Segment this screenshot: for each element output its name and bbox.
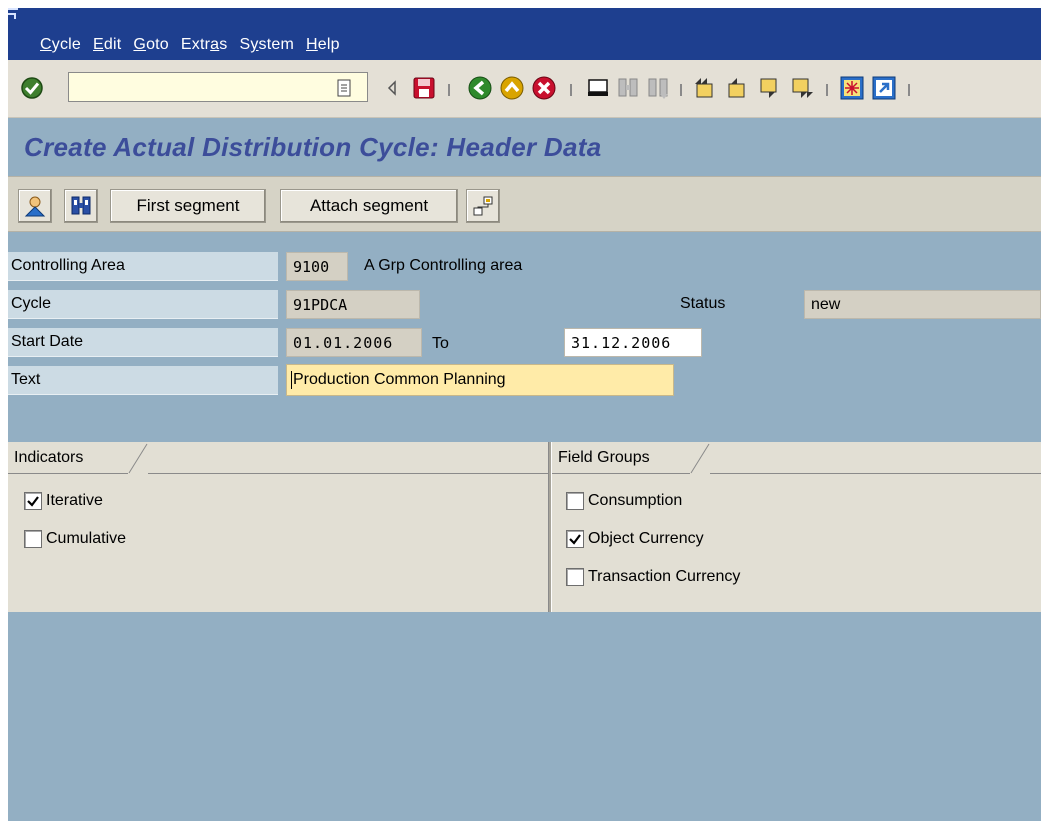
- consumption-checkbox[interactable]: [566, 492, 584, 510]
- transaction-currency-label: Transaction Currency: [588, 568, 741, 585]
- indicators-tab-edge: [128, 442, 148, 474]
- page-title: Create Actual Distribution Cycle: Header…: [24, 132, 602, 162]
- consumption-checkbox-row[interactable]: Consumption: [566, 492, 682, 510]
- find-next-icon[interactable]: [644, 74, 672, 102]
- object-currency-checkbox[interactable]: [566, 530, 584, 548]
- status-label: Status: [680, 295, 726, 312]
- cumulative-checkbox[interactable]: [24, 530, 42, 548]
- toolbar-separator: [908, 84, 910, 96]
- iterative-checkbox-row[interactable]: Iterative: [24, 492, 103, 510]
- indicators-tab-line: [148, 473, 548, 474]
- menu-system[interactable]: System: [233, 36, 300, 54]
- menu-bar: Cycle Edit Goto Extras System Help: [8, 8, 1041, 60]
- command-history-icon[interactable]: [330, 74, 358, 102]
- transaction-currency-checkbox-row[interactable]: Transaction Currency: [566, 568, 740, 586]
- controlling-area-label: Controlling Area: [8, 252, 278, 281]
- next-page-icon[interactable]: [756, 74, 784, 102]
- toolbar-separator: [826, 84, 828, 96]
- cycle-label: Cycle: [8, 290, 278, 319]
- menu-cycle[interactable]: Cycle: [34, 36, 87, 54]
- controlling-area-field: 9100: [286, 252, 348, 281]
- text-cursor: [291, 371, 292, 389]
- menu-goto[interactable]: Goto: [127, 36, 175, 54]
- toolbar-separator: [570, 84, 572, 96]
- to-label: To: [432, 335, 449, 352]
- standard-toolbar: [8, 60, 1041, 118]
- attach-segment-button[interactable]: Attach segment: [280, 189, 458, 223]
- collapse-icon[interactable]: [378, 74, 406, 102]
- end-date-field: 31.12.2006: [564, 328, 702, 357]
- find-segment-icon[interactable]: [64, 189, 98, 223]
- toolbar-separator: [680, 84, 682, 96]
- text-label: Text: [8, 366, 278, 395]
- status-field: new: [804, 290, 1041, 319]
- text-input-value: Production Common Planning: [293, 371, 506, 388]
- command-field[interactable]: [68, 72, 368, 102]
- transaction-currency-checkbox[interactable]: [566, 568, 584, 586]
- display-icon[interactable]: [18, 189, 52, 223]
- find-icon[interactable]: [614, 74, 642, 102]
- exit-icon[interactable]: [498, 74, 526, 102]
- field-groups-tab-line: [710, 473, 1041, 474]
- print-icon[interactable]: [584, 74, 612, 102]
- menu-help[interactable]: Help: [300, 36, 346, 54]
- object-currency-label: Object Currency: [588, 530, 704, 547]
- consumption-label: Consumption: [588, 492, 683, 509]
- field-groups-group: Field Groups Consumption Object Currency…: [552, 442, 1041, 612]
- back-icon[interactable]: [466, 74, 494, 102]
- iterative-checkbox[interactable]: [24, 492, 42, 510]
- menu-extras[interactable]: Extras: [175, 36, 234, 54]
- field-groups-tab-edge: [690, 442, 710, 474]
- system-menu-icon[interactable]: [8, 8, 22, 22]
- iterative-label: Iterative: [46, 492, 103, 509]
- application-toolbar: First segment Attach segment: [8, 176, 1041, 232]
- start-date-field: 01.01.2006: [286, 328, 422, 357]
- hierarchy-icon[interactable]: [466, 189, 500, 223]
- indicators-tab: Indicators: [8, 442, 128, 474]
- object-currency-checkbox-row[interactable]: Object Currency: [566, 530, 704, 548]
- sap-window: Cycle Edit Goto Extras System Help Creat…: [8, 8, 1041, 821]
- first-page-icon[interactable]: [692, 74, 720, 102]
- shortcut-icon[interactable]: [870, 74, 898, 102]
- menu-edit[interactable]: Edit: [87, 36, 127, 54]
- enter-icon[interactable]: [18, 74, 46, 102]
- first-segment-button[interactable]: First segment: [110, 189, 266, 223]
- indicators-group: Indicators Iterative Cumulative: [8, 442, 548, 612]
- text-input[interactable]: Production Common Planning: [286, 364, 674, 396]
- cumulative-label: Cumulative: [46, 530, 127, 547]
- create-session-icon[interactable]: [838, 74, 866, 102]
- previous-page-icon[interactable]: [724, 74, 752, 102]
- start-date-label: Start Date: [8, 328, 278, 357]
- controlling-area-description: A Grp Controlling area: [364, 257, 523, 274]
- cancel-icon[interactable]: [530, 74, 558, 102]
- cumulative-checkbox-row[interactable]: Cumulative: [24, 530, 126, 548]
- field-groups-tab: Field Groups: [552, 442, 690, 474]
- last-page-icon[interactable]: [788, 74, 816, 102]
- save-icon[interactable]: [410, 74, 438, 102]
- toolbar-separator: [448, 84, 450, 96]
- cycle-field: 91PDCA: [286, 290, 420, 319]
